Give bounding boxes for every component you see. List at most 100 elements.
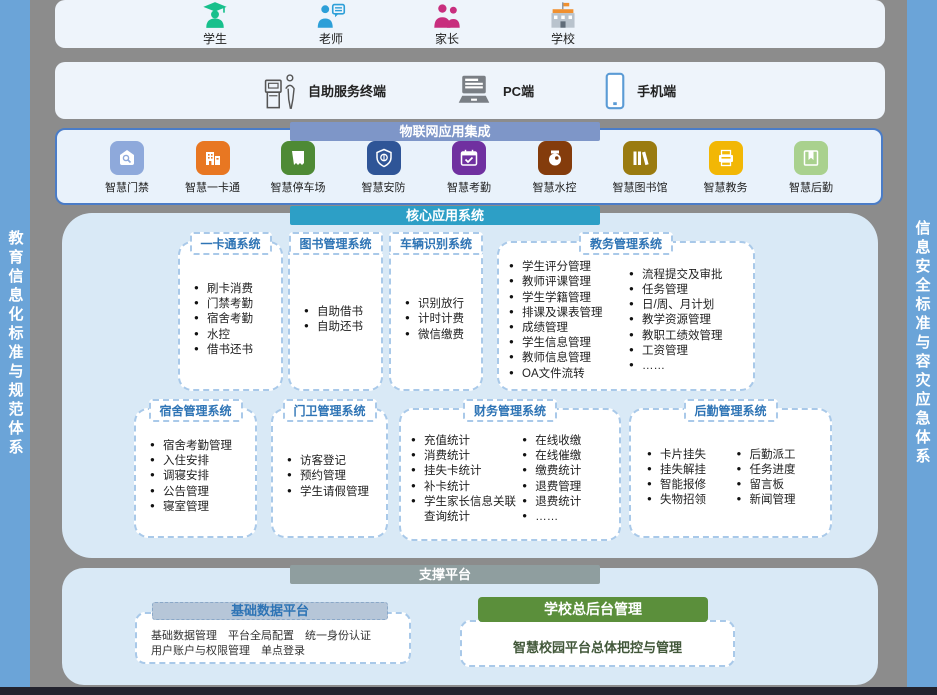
- user-label: 学校: [551, 30, 575, 47]
- system-title: 图书管理系统: [288, 232, 382, 255]
- base-data-platform-banner: 基础数据平台: [152, 602, 388, 620]
- iot-item-academic: 智慧教务: [690, 141, 762, 203]
- bottom-dark-bar: [0, 687, 937, 695]
- list-item: 卡片挂失: [647, 448, 737, 463]
- list-item: 识别放行: [405, 297, 475, 312]
- iot-item-label: 智慧一卡通: [185, 179, 240, 195]
- iot-item-library: 智慧图书馆: [604, 141, 676, 203]
- list-item: 教师信息管理: [509, 351, 629, 366]
- user-parents: 家长: [415, 2, 479, 47]
- water-control-icon: [538, 141, 572, 175]
- list-item: 成绩管理: [509, 321, 629, 336]
- list-item: 退费统计: [522, 495, 615, 510]
- list-item: 新闻管理: [737, 493, 827, 508]
- list-item: 访客登记: [287, 454, 380, 469]
- system-library: 图书管理系统 自助借书 自助还书: [288, 241, 383, 391]
- system-gate-guard: 门卫管理系统 访客登记 预约管理 学生请假管理: [271, 408, 388, 538]
- list-item: 宿舍考勤: [194, 312, 275, 327]
- left-strip-label: 教育信息化标准与规范体系: [5, 230, 26, 458]
- right-standard-strip: 信息安全标准与容灾应急体系: [907, 0, 937, 687]
- list-item: 自助还书: [304, 320, 375, 335]
- list-item: 教职工绩效管理: [629, 329, 749, 344]
- access-control-icon: [110, 141, 144, 175]
- iot-item-logistics: 智慧后勤: [775, 141, 847, 203]
- terminal-label: PC端: [503, 81, 534, 100]
- list-item: 寝室管理: [150, 500, 249, 515]
- iot-item-label: 智慧图书馆: [613, 179, 668, 195]
- school-admin-banner: 学校总后台管理: [478, 597, 708, 622]
- user-teacher: 老师: [299, 2, 363, 47]
- list-item: 智能报修: [647, 478, 737, 493]
- user-student: 学生: [183, 2, 247, 47]
- iot-item-label: 智慧水控: [533, 179, 577, 195]
- school-admin-description: 智慧校园平台总体把控与管理: [462, 622, 733, 665]
- list-item: 学生评分管理: [509, 260, 629, 275]
- library-icon: [623, 141, 657, 175]
- list-item: 学生家长信息关联查询统计: [411, 495, 522, 525]
- user-school: 学校: [531, 2, 595, 47]
- iot-item-label: 智慧后勤: [789, 179, 833, 195]
- support-section-banner: 支撑平台: [290, 565, 600, 584]
- list-item: 刷卡消费: [194, 282, 275, 297]
- list-item: 挂失解挂: [647, 463, 737, 478]
- list-item: 借书还书: [194, 343, 275, 358]
- list-item: 充值统计: [411, 434, 522, 449]
- list-item: 教师评课管理: [509, 275, 629, 290]
- user-label: 学生: [203, 30, 227, 47]
- list-item: 补卡统计: [411, 480, 522, 495]
- terminals-row: 自助服务终端 PC端 手机端: [55, 62, 885, 119]
- security-icon: [367, 141, 401, 175]
- system-academic-affairs: 教务管理系统 学生评分管理 教师评课管理 学生学籍管理 排课及课表管理 成绩管理…: [497, 241, 755, 391]
- user-label: 老师: [319, 30, 343, 47]
- system-onecard: 一卡通系统 刷卡消费 门禁考勤 宿舍考勤 水控 借书还书: [178, 241, 283, 391]
- iot-item-onecard: 智慧一卡通: [177, 141, 249, 203]
- list-item: 公告管理: [150, 485, 249, 500]
- list-item: ……: [629, 359, 749, 374]
- list-item: 在线收缴: [522, 434, 615, 449]
- list-item: OA文件流转: [509, 367, 629, 382]
- list-item: 门禁考勤: [194, 297, 275, 312]
- list-item: 排课及课表管理: [509, 306, 629, 321]
- iot-item-label: 智慧考勤: [447, 179, 491, 195]
- list-item: 学生信息管理: [509, 336, 629, 351]
- terminal-kiosk: 自助服务终端: [263, 72, 386, 110]
- list-item: 任务进度: [737, 463, 827, 478]
- parking-icon: [281, 141, 315, 175]
- onecard-icon: [196, 141, 230, 175]
- list-item: ……: [522, 510, 615, 525]
- list-item: 工资管理: [629, 344, 749, 359]
- smart-campus-architecture-diagram: 教育信息化标准与规范体系 信息安全标准与容灾应急体系 学生 老师: [0, 0, 937, 695]
- list-item: 挂失卡统计: [411, 464, 522, 479]
- list-item: 学生学籍管理: [509, 291, 629, 306]
- terminal-pc: PC端: [454, 74, 534, 108]
- system-dormitory: 宿舍管理系统 宿舍考勤管理 入住安排 调寝安排 公告管理 寝室管理: [134, 408, 257, 538]
- logistics-icon: [794, 141, 828, 175]
- system-title: 宿舍管理系统: [148, 399, 242, 422]
- list-item: 自助借书: [304, 305, 375, 320]
- attendance-icon: [452, 141, 486, 175]
- iot-item-security: 智慧安防: [348, 141, 420, 203]
- base-platform-line1: 基础数据管理 平台全局配置 统一身份认证: [151, 629, 409, 644]
- terminal-label: 自助服务终端: [308, 81, 386, 100]
- student-icon: [201, 2, 229, 28]
- iot-item-parking: 智慧停车场: [262, 141, 334, 203]
- iot-item-attendance: 智慧考勤: [433, 141, 505, 203]
- kiosk-icon: [263, 72, 299, 110]
- list-item: 水控: [194, 328, 275, 343]
- list-item: 后勤派工: [737, 448, 827, 463]
- list-item: 宿舍考勤管理: [150, 439, 249, 454]
- system-title: 后勤管理系统: [683, 399, 777, 422]
- parents-icon: [432, 2, 462, 28]
- left-standard-strip: 教育信息化标准与规范体系: [0, 0, 30, 687]
- list-item: 教学资源管理: [629, 313, 749, 328]
- iot-item-access-control: 智慧门禁: [91, 141, 163, 203]
- list-item: 流程提交及审批: [629, 268, 749, 283]
- list-item: 日/周、月计划: [629, 298, 749, 313]
- list-item: 留言板: [737, 478, 827, 493]
- iot-section-banner: 物联网应用集成: [290, 122, 600, 141]
- list-item: 失物招领: [647, 493, 737, 508]
- phone-icon: [602, 72, 628, 110]
- list-item: 微信缴费: [405, 328, 475, 343]
- terminal-mobile: 手机端: [602, 72, 676, 110]
- users-row: 学生 老师 家长: [55, 0, 885, 48]
